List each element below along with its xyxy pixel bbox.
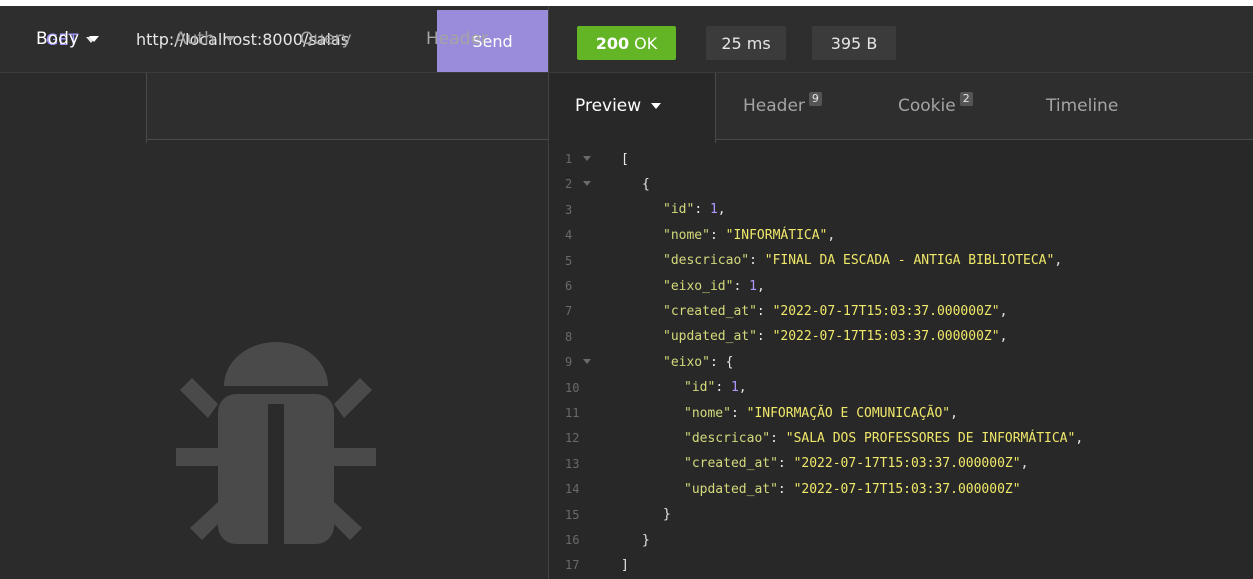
code-text: "created_at": "2022-07-17T15:03:37.00000… (663, 303, 1008, 319)
code-line: 6 "eixo_id": 1, (549, 274, 1253, 298)
bug-icon (176, 342, 376, 548)
tab-preview[interactable]: Preview (575, 73, 662, 139)
line-number: 16 (565, 533, 580, 547)
tab-label: Body (36, 29, 79, 49)
line-number: 15 (565, 507, 580, 522)
code-text: "id": 1, (684, 380, 747, 396)
line-number: 5 (565, 253, 573, 268)
code-text: ] (621, 557, 629, 573)
tab-auth[interactable]: Auth (175, 6, 235, 72)
code-line: 9 "eixo": { (549, 350, 1253, 374)
active-tab-highlight (0, 73, 147, 143)
request-pane: GET http://localhost:8000/salas Send Bod… (0, 6, 548, 579)
code-line: 10 "id": 1, (549, 376, 1253, 400)
code-line: 13 "created_at": "2022-07-17T15:03:37.000… (549, 452, 1253, 476)
fold-toggle-icon[interactable] (583, 181, 591, 187)
line-number: 17 (565, 558, 580, 573)
code-text: [ (621, 151, 629, 167)
code-line: 8 "updated_at": "2022-07-17T15:03:37.0000… (549, 325, 1253, 349)
line-number: 3 (565, 202, 573, 217)
tab-timeline[interactable]: Timeline (1046, 73, 1118, 139)
chevron-down-icon (224, 36, 235, 42)
code-text: "created_at": "2022-07-17T15:03:37.00000… (684, 456, 1029, 472)
code-line: 14 "updated_at": "2022-07-17T15:03:37.000… (549, 477, 1253, 501)
status-badge: 200 OK (577, 26, 676, 60)
code-text: "nome": "INFORMAÇÃO E COMUNICAÇÃO", (684, 405, 958, 421)
response-pane: 200 OK 25 ms 395 B Preview Header 9 Cook… (549, 6, 1253, 579)
chevron-down-icon (88, 36, 99, 42)
tab-cookie[interactable]: Cookie 2 (898, 73, 973, 139)
status-code: 200 (595, 33, 630, 53)
count-badge: 2 (959, 92, 973, 106)
code-line: 2{ (549, 172, 1253, 196)
tab-label: Timeline (1046, 96, 1119, 116)
code-text: "nome": "INFORMÁTICA", (663, 227, 836, 243)
line-number: 12 (565, 431, 580, 446)
code-line: 5 "descricao": "FINAL DA ESCADA - ANTIGA … (549, 249, 1253, 273)
line-number: 7 (565, 304, 573, 319)
code-line: 12 "descricao": "SALA DOS PROFESSORES DE … (549, 426, 1253, 450)
app-window: GET http://localhost:8000/salas Send Bod… (0, 6, 1253, 579)
count-badge: 9 (808, 92, 822, 106)
tab-label: Preview (575, 96, 642, 116)
code-line: 7 "created_at": "2022-07-17T15:03:37.0000… (549, 299, 1253, 323)
tab-label: Query (300, 29, 352, 49)
tab-response-header[interactable]: Header 9 (743, 73, 822, 139)
code-text: "descricao": "SALA DOS PROFESSORES DE IN… (684, 430, 1084, 446)
code-text: "descricao": "FINAL DA ESCADA - ANTIGA B… (663, 253, 1063, 269)
response-status-bar: 200 OK 25 ms 395 B (549, 6, 1253, 73)
line-number: 10 (565, 380, 580, 395)
line-number: 11 (565, 406, 580, 420)
tab-label: Header (743, 96, 805, 116)
response-size: 395 B (812, 26, 896, 60)
fold-toggle-icon[interactable] (583, 156, 591, 161)
code-line: 3 "id": 1, (549, 198, 1253, 222)
tab-label: Header (426, 29, 488, 49)
tabs-divider (715, 139, 1253, 140)
line-number: 8 (565, 329, 573, 344)
line-number: 13 (565, 456, 580, 471)
response-time: 25 ms (706, 26, 786, 60)
code-line: 11 "nome": "INFORMAÇÃO E COMUNICAÇÃO", (549, 401, 1253, 425)
code-line: 1[ (549, 147, 1253, 171)
line-number: 4 (565, 228, 573, 243)
tabs-divider (146, 139, 548, 140)
line-number: 6 (565, 279, 573, 293)
status-text: OK (634, 33, 658, 53)
code-line: 16} (549, 528, 1253, 552)
code-line: 15} (549, 503, 1253, 527)
fold-toggle-icon[interactable] (583, 359, 591, 365)
code-line: 17] (549, 553, 1253, 577)
code-text: "eixo": { (663, 354, 734, 370)
code-text: "updated_at": "2022-07-17T15:03:37.00000… (663, 329, 1008, 345)
code-text: } (663, 507, 671, 523)
code-text: } (642, 532, 650, 548)
tab-body[interactable]: Body (36, 6, 99, 72)
json-preview[interactable]: 1[2{ 3 "id": 1, 4 "nome": "INFORMÁTICA", 5 "de… (549, 147, 1253, 579)
code-line: 4 "nome": "INFORMÁTICA", (549, 223, 1253, 247)
chevron-down-icon (651, 103, 662, 109)
code-text: "id": 1, (663, 202, 726, 218)
tab-label: Cookie (898, 96, 956, 116)
tab-label: Auth (175, 29, 215, 49)
code-text: "updated_at": "2022-07-17T15:03:37.00000… (684, 481, 1021, 497)
code-text: "eixo_id": 1, (663, 278, 765, 294)
tab-query[interactable]: Query (300, 6, 352, 72)
tab-header[interactable]: Header (426, 6, 488, 72)
line-number: 14 (565, 482, 580, 497)
code-text: { (642, 176, 650, 192)
